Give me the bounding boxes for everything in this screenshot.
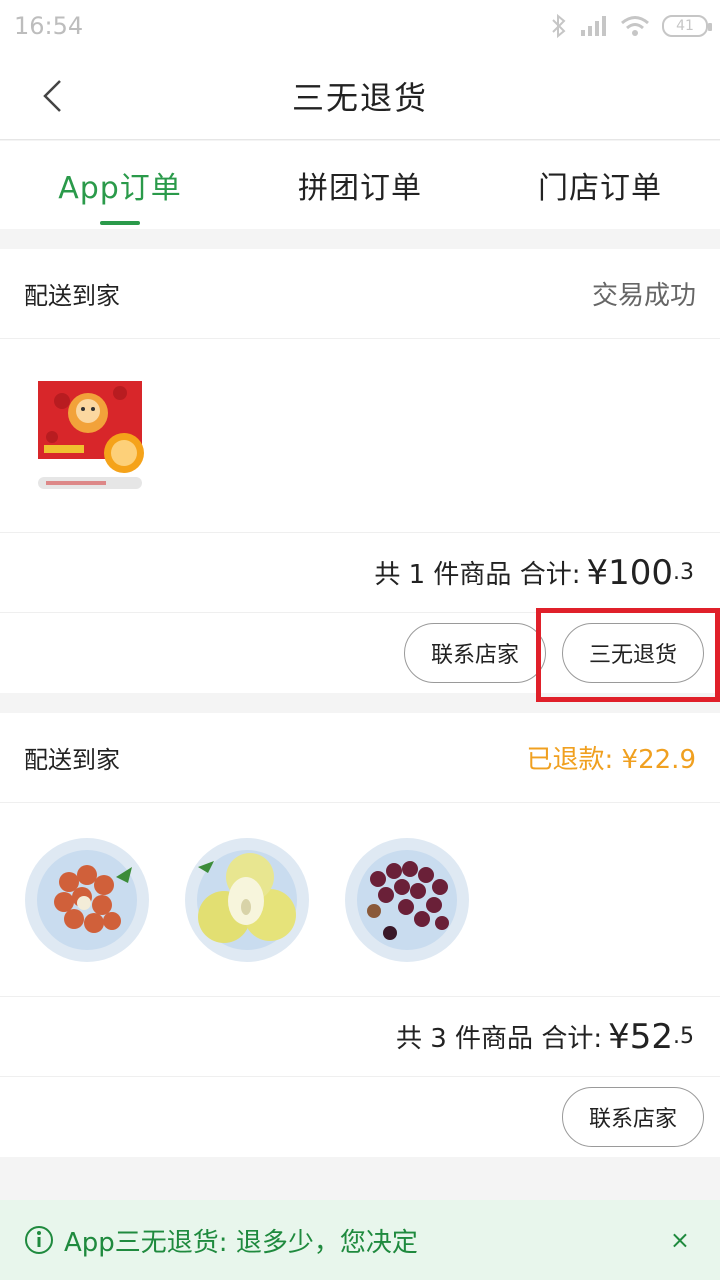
info-icon bbox=[25, 1226, 53, 1254]
summary-text: 共 1 件商品 合计: bbox=[374, 560, 581, 590]
order-actions: 联系店家 三无退货 bbox=[0, 613, 720, 693]
tab-app-orders[interactable]: App订单 bbox=[0, 141, 240, 229]
price-decimal: .5 bbox=[673, 1024, 694, 1049]
order-actions: 联系店家 bbox=[0, 1077, 720, 1157]
order-status: 交易成功 bbox=[591, 281, 696, 311]
order-card[interactable]: 配送到家 已退款: ¥22.9 共 3 件商品 合计: ¥52 .5 联系店家 bbox=[0, 713, 720, 1157]
order-card[interactable]: 配送到家 交易成功 共 1 件商品 合计: ¥100 .3 联系店家 三无退货 bbox=[0, 249, 720, 693]
page-title: 三无退货 bbox=[291, 78, 428, 117]
product-thumbnail[interactable] bbox=[24, 371, 154, 501]
price-integer: ¥100 bbox=[586, 552, 673, 593]
order-tabs: App订单 拼团订单 门店订单 bbox=[0, 141, 720, 229]
price-integer: ¥52 bbox=[608, 1016, 673, 1057]
order-summary: 共 1 件商品 合计: ¥100 .3 bbox=[0, 533, 720, 613]
status-time: 16:54 bbox=[14, 12, 84, 40]
signal-icon bbox=[581, 16, 606, 36]
back-button[interactable] bbox=[30, 72, 74, 120]
delivery-type: 配送到家 bbox=[24, 282, 120, 310]
info-banner: App三无退货: 退多少，您决定 × bbox=[0, 1200, 720, 1280]
battery-level: 41 bbox=[676, 18, 694, 34]
summary-text: 共 3 件商品 合计: bbox=[395, 1024, 603, 1054]
nav-bar: 三无退货 bbox=[0, 52, 720, 140]
goods-list bbox=[0, 803, 720, 997]
tab-label: App订单 bbox=[58, 171, 182, 206]
goods-list bbox=[0, 339, 720, 533]
tab-store-orders[interactable]: 门店订单 bbox=[480, 141, 720, 229]
order-summary: 共 3 件商品 合计: ¥52 .5 bbox=[0, 997, 720, 1077]
bluetooth-icon bbox=[552, 13, 566, 39]
product-thumbnail[interactable] bbox=[24, 837, 150, 963]
banner-text: App三无退货: 退多少，您决定 bbox=[64, 1227, 418, 1258]
active-tab-indicator bbox=[100, 221, 140, 225]
tab-label: 拼团订单 bbox=[298, 171, 422, 206]
battery-icon: 41 bbox=[662, 15, 712, 37]
price-decimal: .3 bbox=[673, 560, 694, 585]
contact-store-button[interactable]: 联系店家 bbox=[561, 1087, 704, 1147]
contact-store-button[interactable]: 联系店家 bbox=[403, 623, 546, 683]
no-hassle-return-button[interactable]: 三无退货 bbox=[561, 623, 704, 683]
delivery-type: 配送到家 bbox=[24, 746, 120, 774]
product-thumbnail[interactable] bbox=[184, 837, 310, 963]
status-icons: 41 bbox=[550, 13, 712, 39]
refund-status: 已退款: ¥22.9 bbox=[526, 745, 696, 775]
chevron-left-icon bbox=[43, 80, 61, 112]
wifi-icon bbox=[621, 16, 649, 36]
product-thumbnail[interactable] bbox=[344, 837, 470, 963]
order-header: 配送到家 交易成功 bbox=[0, 249, 720, 339]
tab-label: 门店订单 bbox=[538, 171, 662, 206]
close-icon[interactable]: × bbox=[670, 1226, 690, 1254]
status-bar: 16:54 41 bbox=[0, 0, 720, 52]
order-header: 配送到家 已退款: ¥22.9 bbox=[0, 713, 720, 803]
tab-group-orders[interactable]: 拼团订单 bbox=[240, 141, 480, 229]
